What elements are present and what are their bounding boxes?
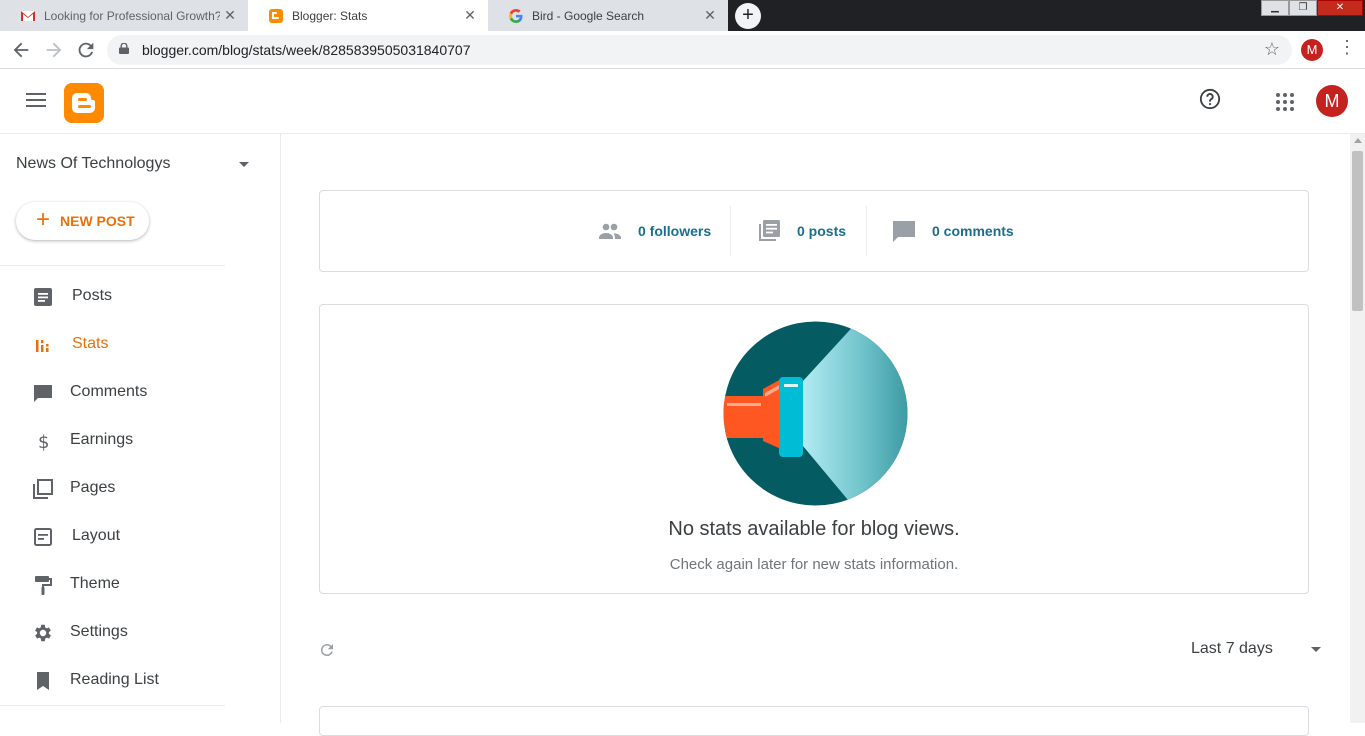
sidebar-item-posts[interactable]: Posts xyxy=(0,273,280,321)
bookmark-star-icon[interactable]: ☆ xyxy=(1264,39,1280,60)
tab-gmail[interactable]: Looking for Professional Growth? S ✕ xyxy=(0,0,248,31)
sidebar-item-label: Posts xyxy=(72,287,113,304)
divider xyxy=(866,206,867,256)
close-tab-icon[interactable]: ✕ xyxy=(700,7,720,24)
chart-card xyxy=(319,706,1309,736)
sidebar-item-label: Comments xyxy=(70,383,148,400)
google-apps-icon[interactable] xyxy=(1276,93,1294,111)
paint-roller-icon xyxy=(35,576,52,595)
date-range-select[interactable]: Last 7 days xyxy=(1191,640,1273,658)
layout-icon xyxy=(34,528,52,546)
sidebar-item-earnings[interactable]: $ Earnings xyxy=(0,417,280,465)
no-stats-subtitle: Check again later for new stats informat… xyxy=(669,556,959,573)
blogger-logo[interactable] xyxy=(64,83,104,123)
sidebar-item-comments[interactable]: Comments xyxy=(0,369,280,417)
forward-arrow-icon[interactable] xyxy=(43,39,65,61)
google-icon xyxy=(509,8,523,23)
divider xyxy=(0,265,225,266)
gear-icon xyxy=(35,624,51,642)
blog-selector[interactable]: News Of Technologys xyxy=(16,155,170,173)
comments-count: 0 comments xyxy=(932,223,1014,239)
browser-profile-avatar[interactable]: M xyxy=(1301,39,1323,61)
pages-icon xyxy=(33,479,53,499)
restore-window-icon[interactable]: ❐ xyxy=(1289,0,1317,16)
dollar-icon: $ xyxy=(38,432,49,452)
posts-stat[interactable]: 0 posts xyxy=(756,206,846,256)
gmail-icon xyxy=(21,10,35,21)
browser-tab-strip: Looking for Professional Growth? S ✕ Blo… xyxy=(0,0,1365,31)
blog-views-card: No stats available for blog views. Check… xyxy=(319,304,1309,594)
scroll-up-arrow-icon[interactable] xyxy=(1354,138,1362,143)
sidebar-item-reading-list[interactable]: Reading List xyxy=(0,657,280,705)
close-tab-icon[interactable]: ✕ xyxy=(220,7,240,24)
browser-menu-icon[interactable]: ⋮ xyxy=(1338,37,1356,58)
main-content: 0 followers 0 posts 0 comments No stats … xyxy=(281,134,1350,736)
tab-title: Looking for Professional Growth? S xyxy=(44,8,220,23)
divider xyxy=(730,206,731,256)
summary-card: 0 followers 0 posts 0 comments xyxy=(319,190,1309,272)
address-bar[interactable]: blogger.com/blog/stats/week/828583950503… xyxy=(107,35,1292,65)
sidebar: News Of Technologys + NEW POST Posts Sta… xyxy=(0,134,281,723)
posts-count: 0 posts xyxy=(797,223,847,239)
scroll-thumb[interactable] xyxy=(1352,151,1363,311)
sidebar-item-label: Theme xyxy=(70,575,120,592)
svg-text:$: $ xyxy=(38,432,49,452)
sidebar-item-layout[interactable]: Layout xyxy=(0,513,280,561)
browser-toolbar: blogger.com/blog/stats/week/828583950503… xyxy=(0,31,1365,69)
page-scrollbar[interactable] xyxy=(1350,134,1365,723)
sidebar-item-pages[interactable]: Pages xyxy=(0,465,280,513)
new-post-button[interactable]: + NEW POST xyxy=(16,202,149,240)
tab-title: Bird - Google Search xyxy=(532,8,645,23)
hamburger-menu-icon[interactable] xyxy=(26,93,46,111)
tab-title: Blogger: Stats xyxy=(292,8,368,23)
reload-icon[interactable] xyxy=(75,39,97,61)
stats-icon xyxy=(36,340,49,352)
url-text: blogger.com/blog/stats/week/828583950503… xyxy=(142,42,471,58)
account-avatar[interactable]: M xyxy=(1316,85,1348,117)
sidebar-item-settings[interactable]: Settings xyxy=(0,609,280,657)
followers-count: 0 followers xyxy=(638,223,712,239)
app-header: M xyxy=(0,69,1365,134)
help-icon[interactable] xyxy=(1199,88,1221,110)
blogger-icon xyxy=(269,8,283,23)
lock-icon xyxy=(119,43,129,54)
close-window-icon[interactable]: ✕ xyxy=(1317,0,1363,16)
people-icon xyxy=(599,223,621,239)
sidebar-item-label: Settings xyxy=(70,623,128,640)
bookmark-icon xyxy=(37,672,49,690)
spotlight-illustration xyxy=(723,321,908,506)
sidebar-item-label: Pages xyxy=(70,479,116,496)
library-books-icon xyxy=(759,220,780,241)
sidebar-item-label: Earnings xyxy=(70,431,134,448)
tab-blogger-stats[interactable]: Blogger: Stats ✕ xyxy=(248,0,488,31)
chevron-down-icon[interactable] xyxy=(1311,647,1321,652)
comments-icon xyxy=(34,385,52,402)
tab-google-search[interactable]: Bird - Google Search ✕ xyxy=(488,0,728,31)
comments-stat[interactable]: 0 comments xyxy=(891,206,1014,256)
followers-stat[interactable]: 0 followers xyxy=(597,206,711,256)
divider xyxy=(0,705,225,706)
sidebar-item-label: Reading List xyxy=(70,671,159,688)
no-stats-title: No stats available for blog views. xyxy=(668,518,960,540)
sidebar-item-stats[interactable]: Stats xyxy=(0,321,280,369)
sidebar-item-theme[interactable]: Theme xyxy=(0,561,280,609)
refresh-icon[interactable] xyxy=(318,641,336,659)
close-tab-icon[interactable]: ✕ xyxy=(460,7,480,24)
sidebar-item-label: Stats xyxy=(72,335,109,352)
minimize-window-icon[interactable]: ▁ xyxy=(1261,0,1289,16)
chevron-down-icon[interactable] xyxy=(239,162,249,167)
new-post-label: NEW POST xyxy=(60,213,135,229)
new-tab-button[interactable]: + xyxy=(735,3,761,29)
comments-icon xyxy=(893,221,915,242)
plus-icon: + xyxy=(36,206,51,233)
posts-icon xyxy=(34,288,52,306)
back-arrow-icon[interactable] xyxy=(10,39,32,61)
sidebar-item-label: Layout xyxy=(72,527,121,544)
